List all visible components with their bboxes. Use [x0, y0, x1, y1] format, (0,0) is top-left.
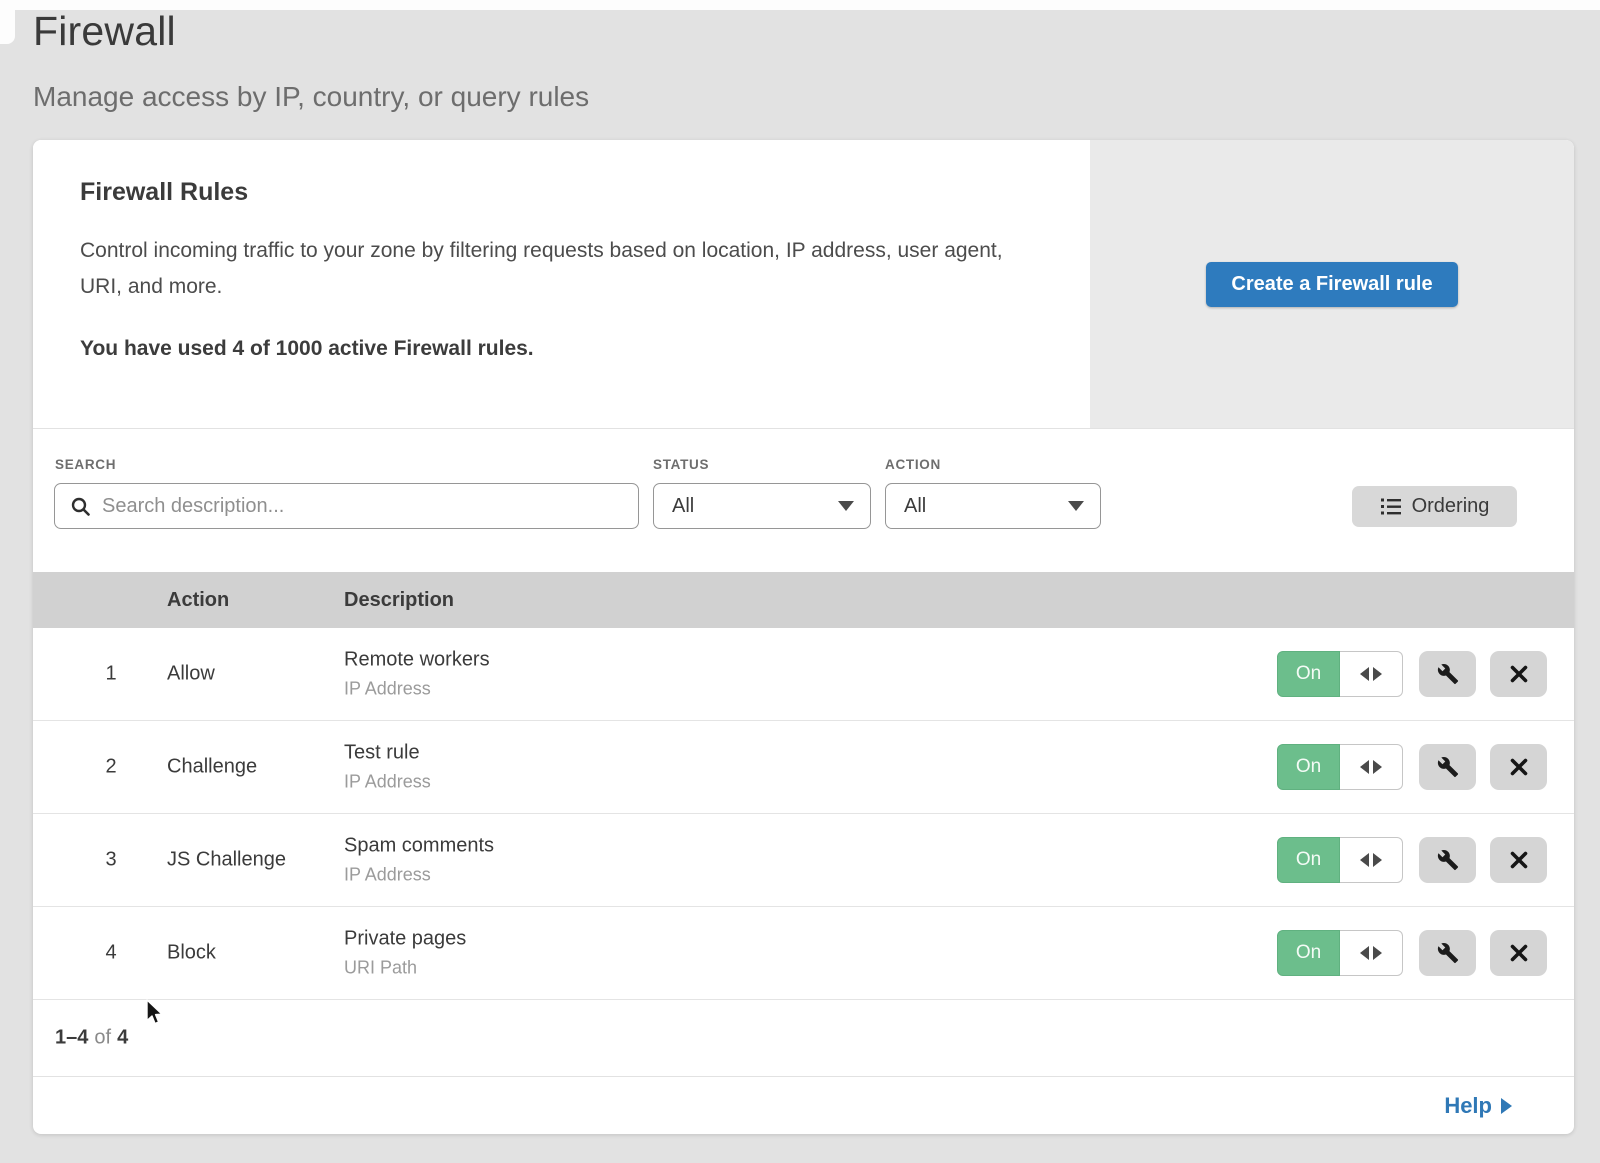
- table-row: 2 Challenge Test rule IP Address On: [33, 721, 1574, 814]
- wrench-icon: [1437, 663, 1459, 685]
- firewall-rules-card: Firewall Rules Control incoming traffic …: [33, 140, 1574, 1134]
- close-icon: [1509, 757, 1529, 777]
- cta-pane: Create a Firewall rule: [1090, 140, 1574, 428]
- rule-description: Test rule IP Address: [344, 742, 431, 793]
- arrow-left-icon: [1360, 946, 1369, 960]
- column-header-action: Action: [167, 572, 229, 628]
- arrow-left-icon: [1360, 853, 1369, 867]
- rule-description-title: Spam comments: [344, 835, 494, 858]
- card-footer: Help: [33, 1076, 1574, 1134]
- rule-match-type: IP Address: [344, 772, 431, 793]
- toggle-on-segment[interactable]: On: [1277, 744, 1340, 790]
- arrow-right-icon: [1373, 760, 1382, 774]
- wrench-icon: [1437, 756, 1459, 778]
- delete-rule-button[interactable]: [1490, 837, 1547, 883]
- rules-description: Control incoming traffic to your zone by…: [80, 233, 1030, 305]
- reorder-handle[interactable]: [1340, 930, 1403, 976]
- ordering-button-label: Ordering: [1412, 495, 1490, 518]
- close-icon: [1509, 850, 1529, 870]
- rule-enabled-toggle[interactable]: On: [1277, 930, 1403, 976]
- arrow-right-icon: [1373, 853, 1382, 867]
- status-select-value: All: [672, 495, 694, 518]
- rule-match-type: IP Address: [344, 679, 490, 700]
- rule-action: Block: [167, 942, 216, 965]
- rule-description-title: Test rule: [344, 742, 431, 765]
- delete-rule-button[interactable]: [1490, 930, 1547, 976]
- rule-description: Private pages URI Path: [344, 928, 466, 979]
- help-link-label: Help: [1444, 1093, 1492, 1119]
- help-link[interactable]: Help: [1444, 1093, 1512, 1119]
- action-label: ACTION: [885, 457, 941, 472]
- pagination-of: of: [88, 1027, 117, 1049]
- rule-priority: 3: [97, 849, 125, 872]
- delete-rule-button[interactable]: [1490, 651, 1547, 697]
- edit-rule-button[interactable]: [1419, 837, 1476, 883]
- reorder-handle[interactable]: [1340, 837, 1403, 883]
- search-label: SEARCH: [55, 457, 116, 472]
- search-input[interactable]: [100, 494, 638, 519]
- arrow-left-icon: [1360, 667, 1369, 681]
- toggle-on-segment[interactable]: On: [1277, 930, 1340, 976]
- toggle-on-segment[interactable]: On: [1277, 651, 1340, 697]
- pagination-row: 1–4of4: [33, 1000, 1574, 1076]
- arrow-right-icon: [1373, 946, 1382, 960]
- table-row: 3 JS Challenge Spam comments IP Address …: [33, 814, 1574, 907]
- rule-priority: 4: [97, 942, 125, 965]
- table-header: Action Description: [33, 572, 1574, 628]
- rules-table-body: 1 Allow Remote workers IP Address On: [33, 628, 1574, 1000]
- rule-enabled-toggle[interactable]: On: [1277, 837, 1403, 883]
- edit-rule-button[interactable]: [1419, 744, 1476, 790]
- rule-enabled-toggle[interactable]: On: [1277, 651, 1403, 697]
- delete-rule-button[interactable]: [1490, 744, 1547, 790]
- page-title: Firewall: [33, 0, 589, 55]
- pagination-total: 4: [117, 1027, 128, 1049]
- rule-action: Challenge: [167, 756, 257, 779]
- reorder-handle[interactable]: [1340, 744, 1403, 790]
- page-header: Firewall Manage access by IP, country, o…: [33, 0, 589, 113]
- rules-intro-text: Firewall Rules Control incoming traffic …: [33, 140, 1090, 428]
- rule-description-title: Remote workers: [344, 649, 490, 672]
- rule-description: Spam comments IP Address: [344, 835, 494, 886]
- ordering-button[interactable]: Ordering: [1352, 486, 1517, 527]
- rule-description-title: Private pages: [344, 928, 466, 951]
- chevron-down-icon: [838, 501, 854, 511]
- rule-match-type: URI Path: [344, 958, 466, 979]
- rules-heading: Firewall Rules: [80, 178, 1090, 207]
- close-icon: [1509, 943, 1529, 963]
- edit-rule-button[interactable]: [1419, 930, 1476, 976]
- ordered-list-icon: [1380, 497, 1402, 516]
- wrench-icon: [1437, 942, 1459, 964]
- search-box[interactable]: [54, 483, 639, 529]
- toggle-on-segment[interactable]: On: [1277, 837, 1340, 883]
- action-select-value: All: [904, 495, 926, 518]
- rule-action: Allow: [167, 663, 215, 686]
- reorder-handle[interactable]: [1340, 651, 1403, 697]
- rules-intro-section: Firewall Rules Control incoming traffic …: [33, 140, 1574, 429]
- rule-description: Remote workers IP Address: [344, 649, 490, 700]
- chevron-down-icon: [1068, 501, 1084, 511]
- page-subtitle: Manage access by IP, country, or query r…: [33, 55, 589, 113]
- wrench-icon: [1437, 849, 1459, 871]
- rule-enabled-toggle[interactable]: On: [1277, 744, 1403, 790]
- corner-artifact: [0, 0, 15, 44]
- action-select[interactable]: All: [885, 483, 1101, 529]
- edit-rule-button[interactable]: [1419, 651, 1476, 697]
- column-header-description: Description: [344, 572, 454, 628]
- table-row: 4 Block Private pages URI Path On: [33, 907, 1574, 1000]
- rule-action: JS Challenge: [167, 849, 286, 872]
- arrow-right-icon: [1501, 1098, 1512, 1114]
- create-firewall-rule-button[interactable]: Create a Firewall rule: [1206, 262, 1457, 307]
- arrow-right-icon: [1373, 667, 1382, 681]
- rule-priority: 1: [97, 663, 125, 686]
- status-select[interactable]: All: [653, 483, 871, 529]
- rule-match-type: IP Address: [344, 865, 494, 886]
- pagination-range: 1–4: [55, 1027, 88, 1049]
- status-label: STATUS: [653, 457, 709, 472]
- rules-usage-note: You have used 4 of 1000 active Firewall …: [80, 337, 1090, 361]
- close-icon: [1509, 664, 1529, 684]
- arrow-left-icon: [1360, 760, 1369, 774]
- table-row: 1 Allow Remote workers IP Address On: [33, 628, 1574, 721]
- rule-priority: 2: [97, 756, 125, 779]
- search-icon: [71, 497, 90, 516]
